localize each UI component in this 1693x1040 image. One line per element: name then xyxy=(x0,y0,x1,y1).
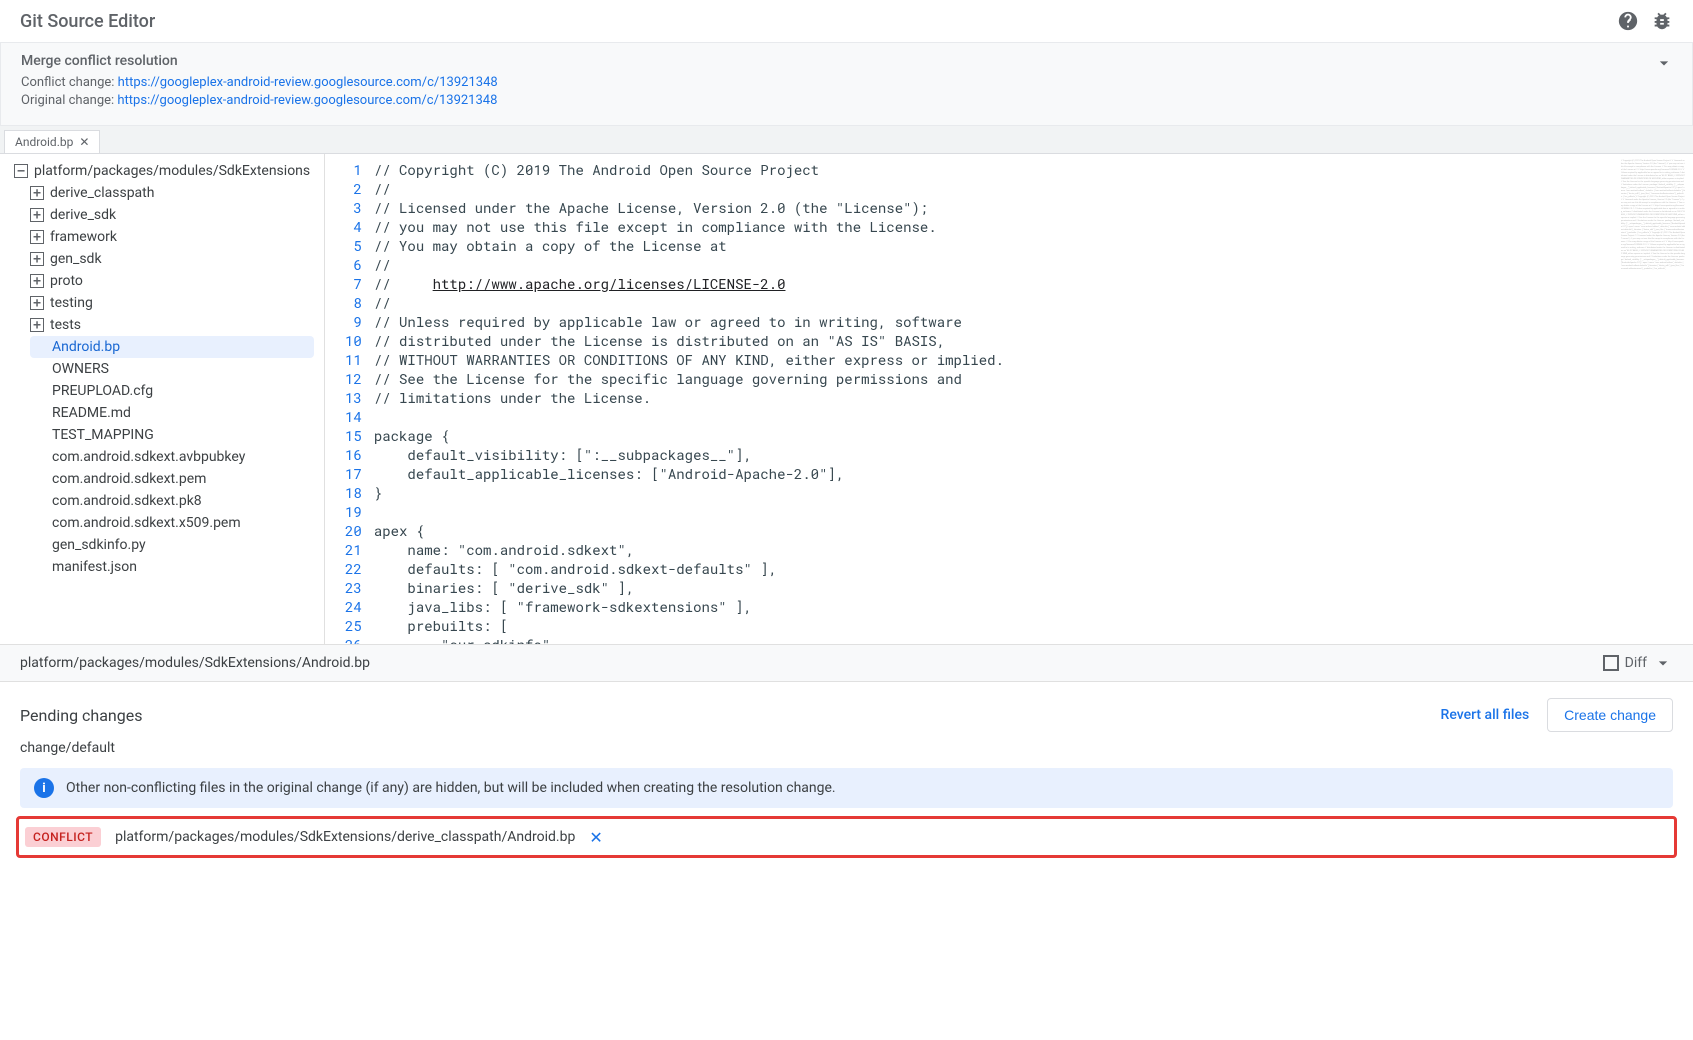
merge-title: Merge conflict resolution xyxy=(21,53,1672,69)
discard-icon[interactable]: ✕ xyxy=(589,828,602,847)
path-bar: platform/packages/modules/SdkExtensions/… xyxy=(0,644,1693,682)
revert-all-button[interactable]: Revert all files xyxy=(1441,707,1530,723)
info-icon: i xyxy=(34,778,54,798)
header: Git Source Editor xyxy=(0,0,1693,42)
conflict-file-path: platform/packages/modules/SdkExtensions/… xyxy=(115,829,575,845)
tree-label: README.md xyxy=(52,405,131,421)
expand-icon[interactable]: + xyxy=(30,252,44,266)
tree-label: derive_sdk xyxy=(50,207,116,223)
tree-folder[interactable]: −platform/packages/modules/SdkExtensions xyxy=(0,160,324,182)
tree-file[interactable]: com.android.sdkext.x509.pem xyxy=(0,512,324,534)
page-title: Git Source Editor xyxy=(20,11,155,32)
tree-file[interactable]: OWNERS xyxy=(0,358,324,380)
expand-icon[interactable]: + xyxy=(30,274,44,288)
tree-folder[interactable]: + proto xyxy=(0,270,324,292)
tree-label: framework xyxy=(50,229,117,245)
tree-label: com.android.sdkext.pk8 xyxy=(52,493,202,509)
tree-label: PREUPLOAD.cfg xyxy=(52,383,153,399)
tree-file[interactable]: com.android.sdkext.pk8 xyxy=(0,490,324,512)
close-icon[interactable]: ✕ xyxy=(79,135,89,149)
tree-file[interactable]: README.md xyxy=(0,402,324,424)
info-banner: i Other non-conflicting files in the ori… xyxy=(20,768,1673,808)
tree-label: gen_sdkinfo.py xyxy=(52,537,146,553)
diff-checkbox[interactable] xyxy=(1603,655,1619,671)
tab-bar: Android.bp ✕ xyxy=(0,126,1693,154)
collapse-icon[interactable]: − xyxy=(14,164,28,178)
change-branch: change/default xyxy=(0,740,1693,768)
bug-icon[interactable] xyxy=(1651,10,1673,32)
info-text: Other non-conflicting files in the origi… xyxy=(66,780,836,796)
help-icon[interactable] xyxy=(1617,10,1639,32)
tree-file[interactable]: manifest.json xyxy=(0,556,324,578)
tree-file[interactable]: PREUPLOAD.cfg xyxy=(0,380,324,402)
pending-title: Pending changes xyxy=(20,706,142,725)
tree-folder[interactable]: + derive_sdk xyxy=(0,204,324,226)
tree-label: manifest.json xyxy=(52,559,137,575)
tree-label: testing xyxy=(50,295,93,311)
code-content: // Copyright (C) 2019 The Android Open S… xyxy=(374,154,1613,644)
tree-label: tests xyxy=(50,317,81,333)
tree-file[interactable]: TEST_MAPPING xyxy=(0,424,324,446)
original-change-link[interactable]: https://googleplex-android-review.google… xyxy=(117,93,497,108)
line-gutter: 1234567891011121314151617181920212223242… xyxy=(325,154,374,644)
tree-label: proto xyxy=(50,273,83,289)
create-change-button[interactable]: Create change xyxy=(1547,698,1673,732)
pending-changes-header: Pending changes Revert all files Create … xyxy=(0,682,1693,740)
expand-icon[interactable]: + xyxy=(30,186,44,200)
tree-label: OWNERS xyxy=(52,361,109,377)
tree-folder[interactable]: + derive_classpath xyxy=(0,182,324,204)
conflict-badge: CONFLICT xyxy=(25,827,101,847)
tree-folder[interactable]: + testing xyxy=(0,292,324,314)
tree-file[interactable]: Android.bp xyxy=(30,336,314,358)
tree-label: platform/packages/modules/SdkExtensions xyxy=(34,163,310,179)
tree-folder[interactable]: + gen_sdk xyxy=(0,248,324,270)
collapse-icon[interactable] xyxy=(1654,53,1674,73)
file-tab[interactable]: Android.bp ✕ xyxy=(4,130,100,153)
tree-folder[interactable]: + framework xyxy=(0,226,324,248)
code-editor[interactable]: 1234567891011121314151617181920212223242… xyxy=(325,154,1613,644)
tree-folder[interactable]: + tests xyxy=(0,314,324,336)
tree-label: TEST_MAPPING xyxy=(52,427,154,443)
file-tree: −platform/packages/modules/SdkExtensions… xyxy=(0,154,325,644)
expand-icon[interactable]: + xyxy=(30,296,44,310)
tree-file[interactable]: com.android.sdkext.avbpubkey xyxy=(0,446,324,468)
tree-label: derive_classpath xyxy=(50,185,154,201)
tab-label: Android.bp xyxy=(15,135,73,149)
conflict-change-link[interactable]: https://googleplex-android-review.google… xyxy=(118,75,498,90)
tree-label: com.android.sdkext.pem xyxy=(52,471,206,487)
tree-label: com.android.sdkext.x509.pem xyxy=(52,515,241,531)
tree-file[interactable]: com.android.sdkext.pem xyxy=(0,468,324,490)
chevron-down-icon[interactable] xyxy=(1653,653,1673,673)
diff-label: Diff xyxy=(1625,655,1647,671)
tree-label: gen_sdk xyxy=(50,251,102,267)
conflict-change-line: Conflict change: https://googleplex-andr… xyxy=(21,75,1672,90)
minimap[interactable]: // Copyright (C) 2019 The Android Open S… xyxy=(1613,154,1693,644)
tree-label: com.android.sdkext.avbpubkey xyxy=(52,449,245,465)
tree-label: Android.bp xyxy=(52,339,120,355)
merge-conflict-panel: Merge conflict resolution Conflict chang… xyxy=(0,42,1693,126)
original-change-line: Original change: https://googleplex-andr… xyxy=(21,93,1672,108)
file-path: platform/packages/modules/SdkExtensions/… xyxy=(20,655,370,671)
expand-icon[interactable]: + xyxy=(30,208,44,222)
expand-icon[interactable]: + xyxy=(30,318,44,332)
tree-file[interactable]: gen_sdkinfo.py xyxy=(0,534,324,556)
expand-icon[interactable]: + xyxy=(30,230,44,244)
conflict-file-row[interactable]: CONFLICT platform/packages/modules/SdkEx… xyxy=(16,816,1677,858)
